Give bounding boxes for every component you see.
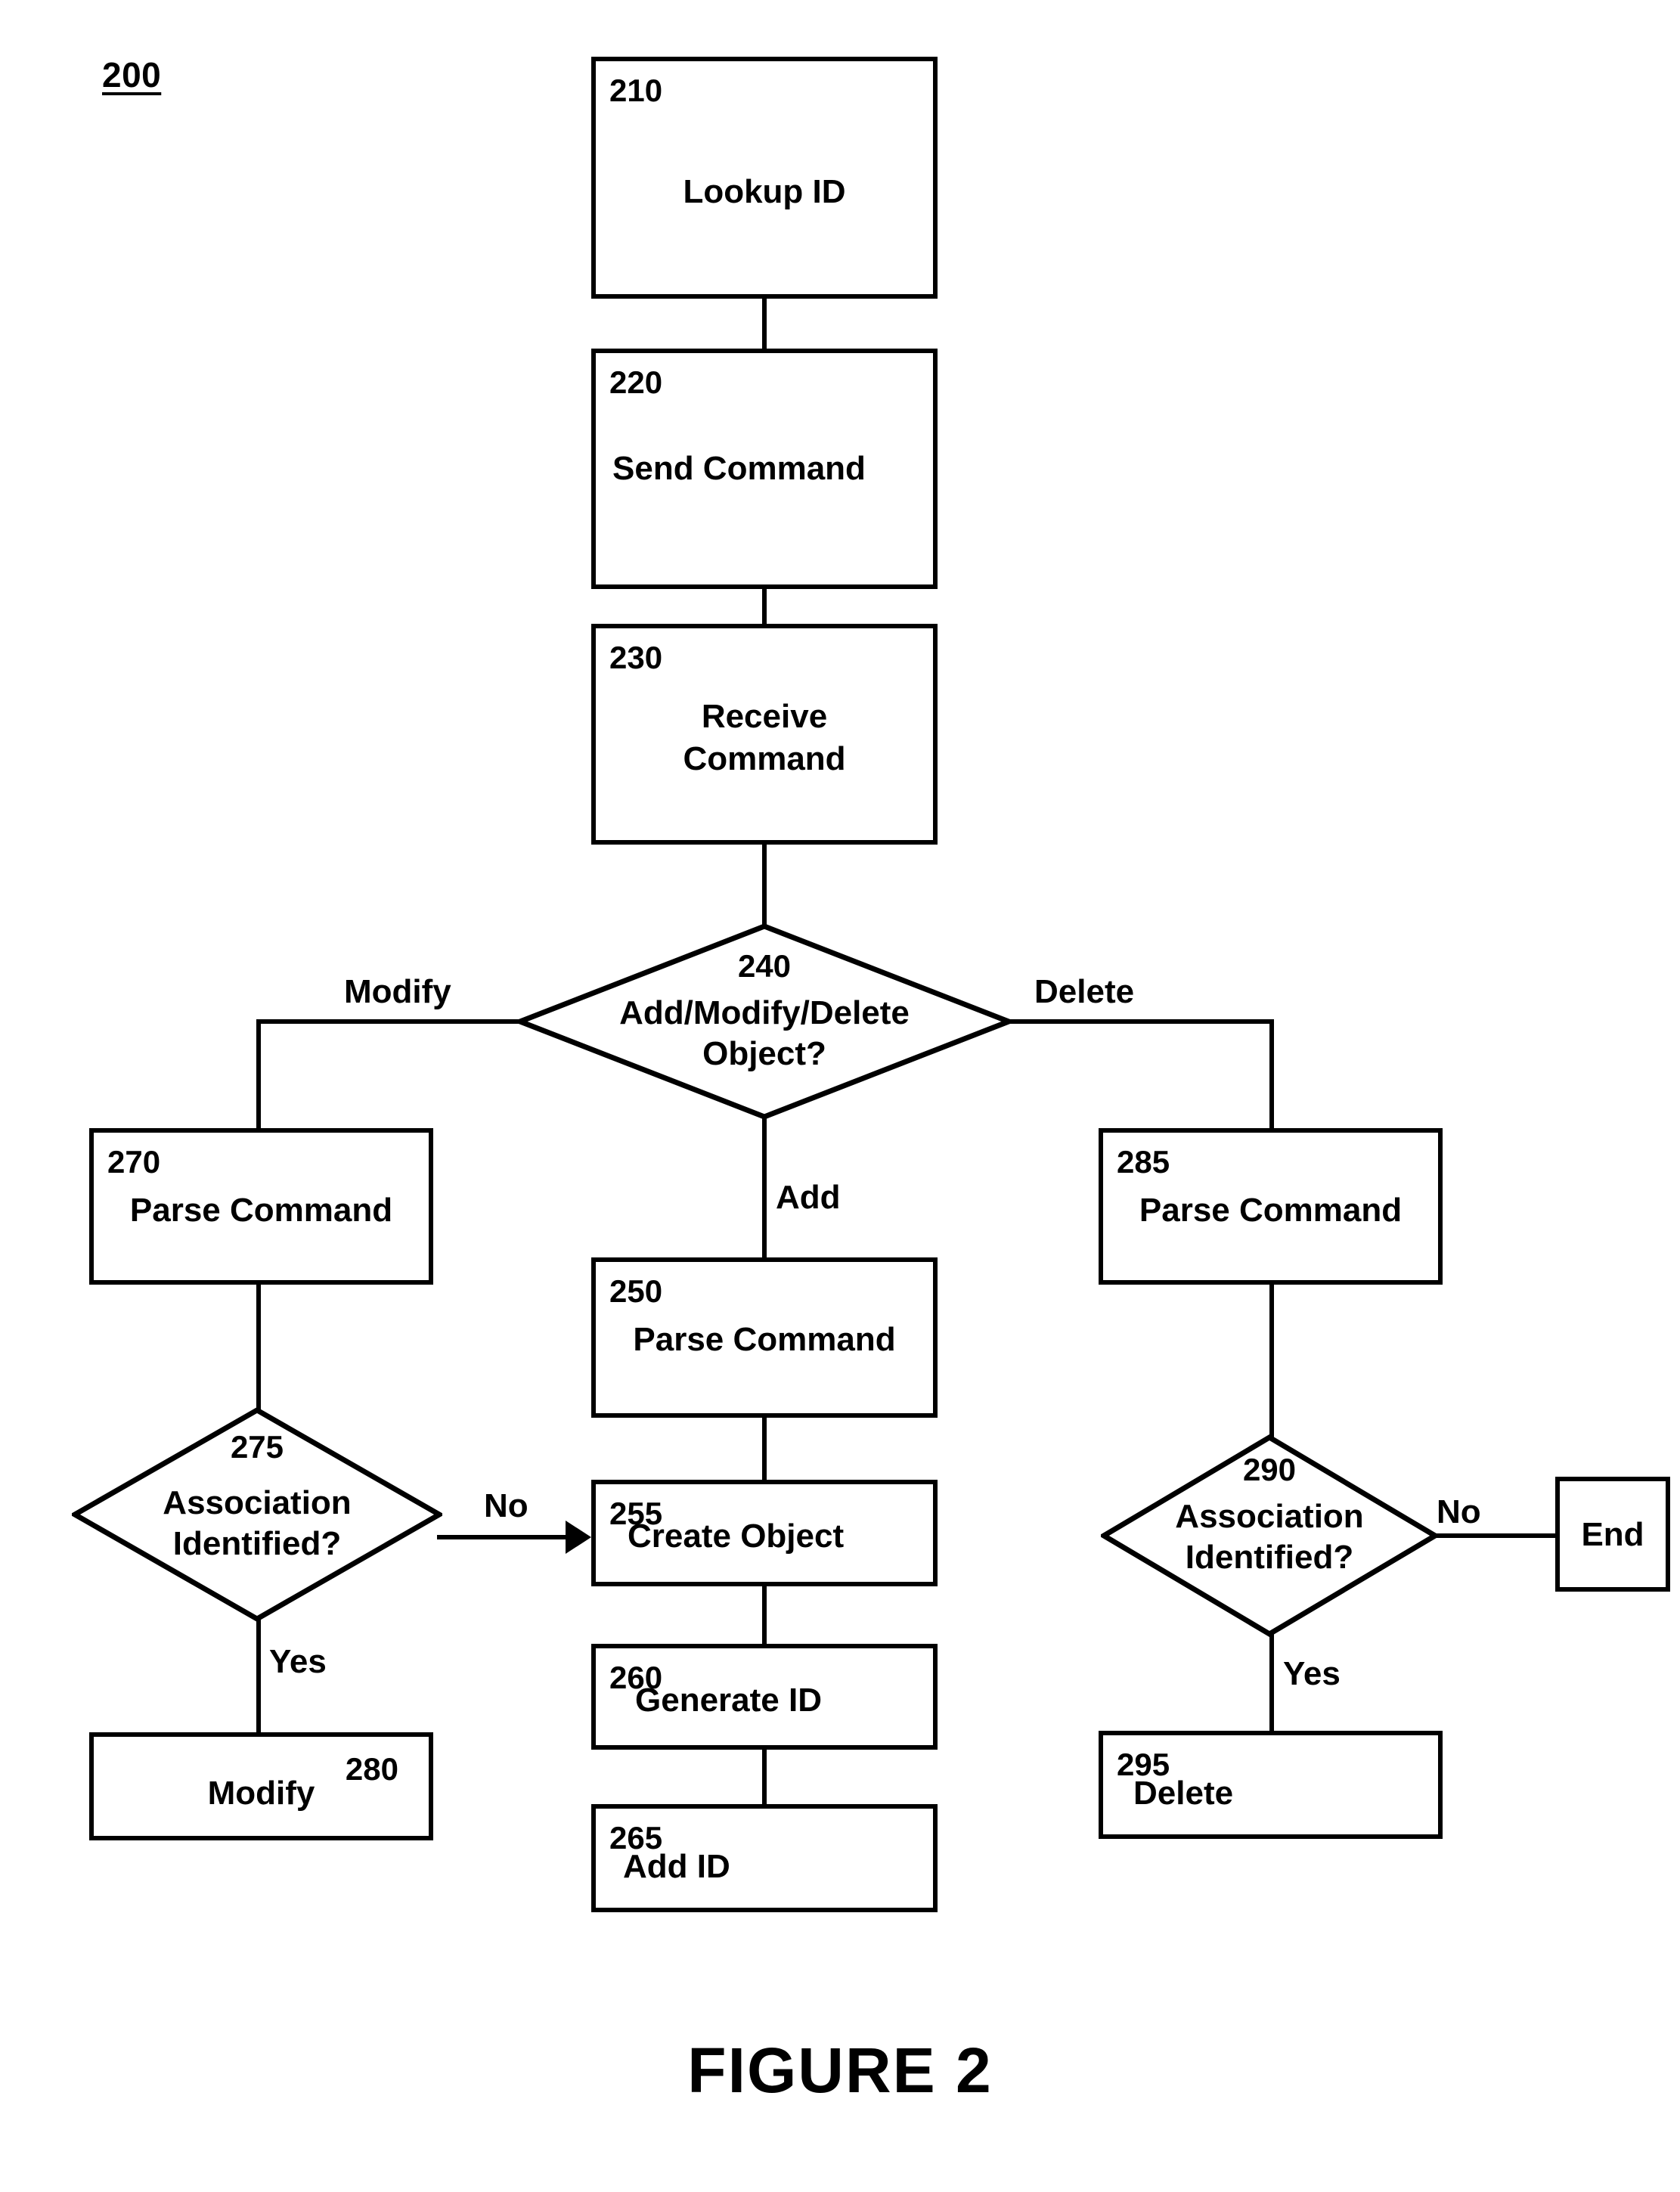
node-250-number: 250 <box>609 1273 663 1309</box>
figure-canvas: 200 210 Lookup ID 220 Send Command 230 R… <box>0 0 1680 2192</box>
connector-220-to-230 <box>762 589 767 624</box>
connector-240-delete-vertical <box>1269 1019 1274 1128</box>
node-265-add-id[interactable]: 265 Add ID <box>591 1804 938 1912</box>
node-230-label-line1: Receive <box>701 698 828 735</box>
connector-210-to-220 <box>762 299 767 349</box>
node-290-label-line1: Association <box>1175 1498 1364 1535</box>
node-end-label: End <box>1581 1516 1644 1553</box>
node-260-label: Generate ID <box>635 1682 822 1719</box>
edge-label-yes-290: Yes <box>1283 1655 1341 1692</box>
node-265-label: Add ID <box>623 1848 730 1885</box>
node-240-add-modify-delete-decision[interactable]: 240 Add/Modify/Delete Object? <box>517 923 1012 1120</box>
connector-275-yes-vertical <box>256 1619 261 1732</box>
node-275-label-line2: Identified? <box>172 1525 342 1562</box>
node-285-parse-command[interactable]: 285 Parse Command <box>1099 1128 1443 1285</box>
node-275-association-identified-decision[interactable]: 275 Association Identified? <box>72 1407 442 1622</box>
node-285-number: 285 <box>1117 1144 1170 1180</box>
node-295-delete[interactable]: 295 Delete <box>1099 1731 1443 1839</box>
node-240-number: 240 <box>737 948 792 984</box>
node-240-label-line2: Object? <box>702 1035 826 1072</box>
node-275-number: 275 <box>230 1429 284 1465</box>
edge-label-add: Add <box>776 1179 841 1216</box>
node-220-number: 220 <box>609 364 663 400</box>
edge-label-no-290: No <box>1437 1493 1481 1530</box>
node-270-number: 270 <box>107 1144 161 1180</box>
edge-label-yes-275: Yes <box>269 1643 327 1680</box>
node-210-label: Lookup ID <box>683 173 846 210</box>
node-230-label-line2: Command <box>683 740 846 777</box>
node-210-number: 210 <box>609 73 663 108</box>
node-290-association-identified-decision[interactable]: 290 Association Identified? <box>1101 1434 1438 1637</box>
node-230-number: 230 <box>609 640 663 675</box>
node-275-label-line1: Association <box>163 1484 352 1521</box>
node-255-label: Create Object <box>628 1518 845 1555</box>
node-290-number: 290 <box>1242 1452 1297 1487</box>
node-255-create-object[interactable]: 255 Create Object <box>591 1480 938 1586</box>
node-270-parse-command[interactable]: 270 Parse Command <box>89 1128 433 1285</box>
node-250-label: Parse Command <box>633 1321 896 1358</box>
connector-270-to-275 <box>256 1285 261 1410</box>
figure-caption: FIGURE 2 <box>687 2035 993 2106</box>
node-220-send-command[interactable]: 220 Send Command <box>591 349 938 589</box>
connector-260-to-265 <box>762 1750 767 1804</box>
node-240-label-line1: Add/Modify/Delete <box>619 994 910 1031</box>
connector-240-add-vertical <box>762 1117 767 1257</box>
edge-label-delete: Delete <box>1034 973 1135 1010</box>
node-260-generate-id[interactable]: 260 Generate ID <box>591 1644 938 1750</box>
edge-label-no-275: No <box>484 1487 528 1524</box>
node-220-label: Send Command <box>612 450 866 487</box>
connector-230-to-240 <box>762 845 767 926</box>
figure-reference-numeral: 200 <box>102 55 162 95</box>
node-250-parse-command[interactable]: 250 Parse Command <box>591 1257 938 1418</box>
connector-275-no-horizontal <box>437 1535 576 1539</box>
node-290-label-line2: Identified? <box>1185 1539 1354 1576</box>
node-280-modify[interactable]: 280 Modify <box>89 1732 433 1840</box>
connector-250-to-255 <box>762 1418 767 1480</box>
node-210-lookup-id[interactable]: 210 Lookup ID <box>591 57 938 299</box>
connector-285-to-290 <box>1269 1285 1274 1437</box>
edge-label-modify: Modify <box>344 973 451 1010</box>
node-285-label: Parse Command <box>1139 1192 1403 1229</box>
connector-240-delete-horizontal <box>1009 1019 1274 1024</box>
node-270-label: Parse Command <box>129 1192 393 1229</box>
node-295-label: Delete <box>1133 1775 1234 1812</box>
node-280-label: Modify <box>207 1775 315 1812</box>
connector-240-modify-horizontal <box>256 1019 520 1024</box>
connector-290-yes-vertical <box>1269 1634 1274 1731</box>
connector-255-to-260 <box>762 1586 767 1644</box>
connector-290-no-horizontal <box>1433 1533 1558 1538</box>
node-end-terminator[interactable]: End <box>1555 1477 1670 1592</box>
connector-240-modify-vertical <box>256 1019 261 1128</box>
connector-275-no-arrowhead <box>566 1521 591 1554</box>
node-230-receive-command[interactable]: 230 Receive Command <box>591 624 938 845</box>
